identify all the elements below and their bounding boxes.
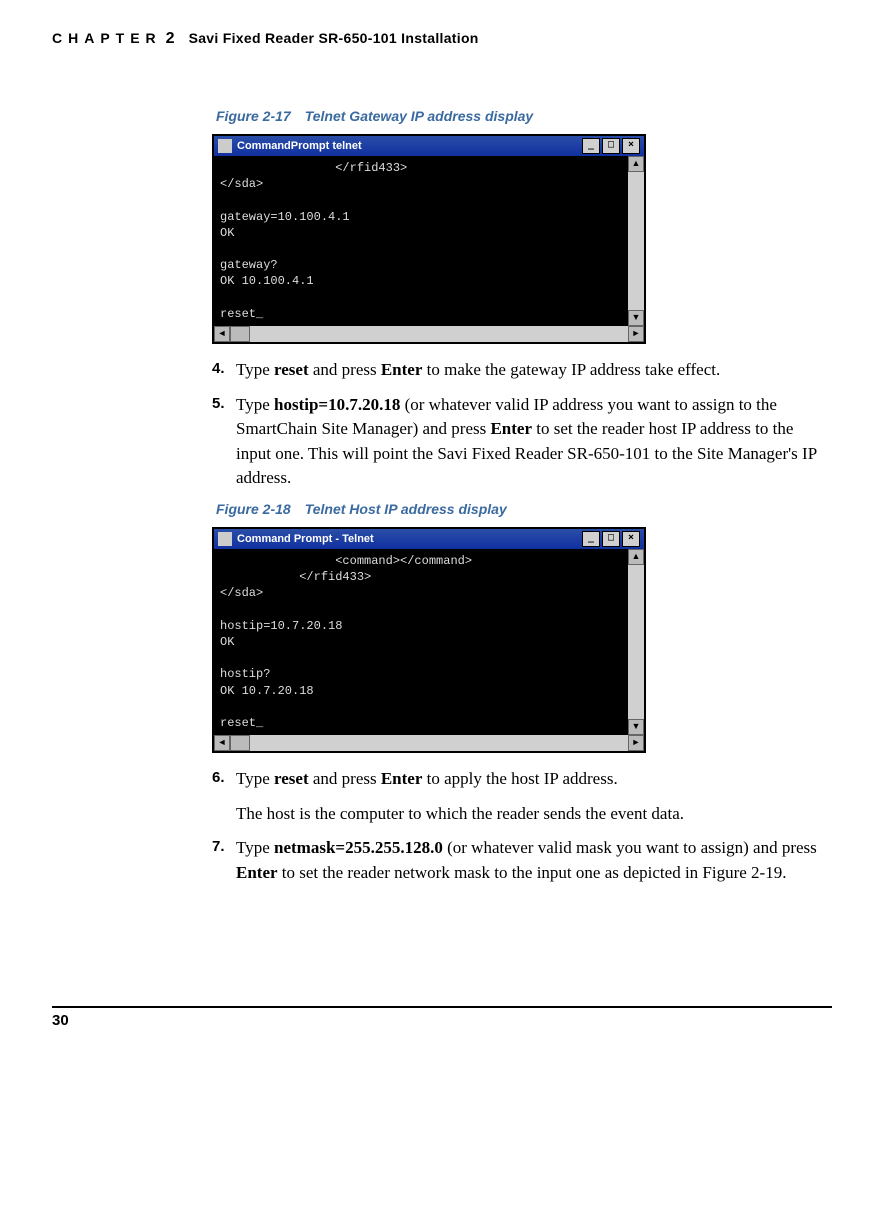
- scroll-down-icon: ▼: [628, 310, 644, 326]
- page-number: 30: [52, 1012, 69, 1029]
- figure-caption-text: Telnet Gateway IP address display: [305, 108, 534, 124]
- step-4: 4. Type reset and press Enter to make th…: [212, 358, 826, 383]
- scroll-down-icon: ▼: [628, 719, 644, 735]
- horizontal-scrollbar: ◄ ►: [214, 735, 644, 751]
- scroll-left-icon: ◄: [214, 735, 230, 751]
- step-number: 7.: [212, 836, 236, 885]
- step-number: 6.: [212, 767, 236, 792]
- window-title: CommandPrompt telnet: [237, 140, 362, 152]
- terminal-output: <command></command> </rfid433> </sda> ho…: [214, 549, 628, 735]
- horizontal-scrollbar: ◄ ►: [214, 326, 644, 342]
- page-header: CHAPTER2 Savi Fixed Reader SR-650-101 Ins…: [52, 30, 832, 48]
- figure-caption-2-18: Figure 2-18 Telnet Host IP address displa…: [216, 501, 826, 517]
- minimize-icon: _: [582, 138, 600, 154]
- step-6: 6. Type reset and press Enter to apply t…: [212, 767, 826, 792]
- vertical-scrollbar: ▲ ▼: [628, 549, 644, 735]
- step-body: Type netmask=255.255.128.0 (or whatever …: [236, 836, 826, 885]
- close-icon: ×: [622, 531, 640, 547]
- terminal-window-host: Command Prompt - Telnet _ □ × <command><…: [212, 527, 646, 753]
- scroll-thumb: [230, 326, 250, 342]
- figure-caption-text: Telnet Host IP address display: [305, 501, 507, 517]
- figure-label: Figure 2-18: [216, 501, 291, 517]
- close-icon: ×: [622, 138, 640, 154]
- step-body: Type reset and press Enter to make the g…: [236, 358, 826, 383]
- step-number: 4.: [212, 358, 236, 383]
- step-6-note: The host is the computer to which the re…: [236, 802, 826, 827]
- chapter-word: CHAPTER: [52, 30, 162, 46]
- scroll-up-icon: ▲: [628, 549, 644, 565]
- terminal-output: </rfid433> </sda> gateway=10.100.4.1 OK …: [214, 156, 628, 326]
- chapter-number: 2: [166, 30, 175, 47]
- step-body: Type reset and press Enter to apply the …: [236, 767, 826, 792]
- figure-caption-2-17: Figure 2-17 Telnet Gateway IP address dis…: [216, 108, 826, 124]
- minimize-icon: _: [582, 531, 600, 547]
- scroll-up-icon: ▲: [628, 156, 644, 172]
- figure-label: Figure 2-17: [216, 108, 291, 124]
- step-7: 7. Type netmask=255.255.128.0 (or whatev…: [212, 836, 826, 885]
- scroll-right-icon: ►: [628, 326, 644, 342]
- maximize-icon: □: [602, 138, 620, 154]
- step-5: 5. Type hostip=10.7.20.18 (or whatever v…: [212, 393, 826, 492]
- app-icon: [218, 139, 232, 153]
- scroll-thumb: [230, 735, 250, 751]
- step-number: 5.: [212, 393, 236, 492]
- app-icon: [218, 532, 232, 546]
- maximize-icon: □: [602, 531, 620, 547]
- window-titlebar: Command Prompt - Telnet _ □ ×: [214, 529, 644, 549]
- scroll-right-icon: ►: [628, 735, 644, 751]
- vertical-scrollbar: ▲ ▼: [628, 156, 644, 326]
- scroll-left-icon: ◄: [214, 326, 230, 342]
- terminal-window-gateway: CommandPrompt telnet _ □ × </rfid433> </…: [212, 134, 646, 344]
- window-titlebar: CommandPrompt telnet _ □ ×: [214, 136, 644, 156]
- chapter-title: Savi Fixed Reader SR-650-101 Installatio…: [189, 30, 479, 46]
- step-body: Type hostip=10.7.20.18 (or whatever vali…: [236, 393, 826, 492]
- window-title: Command Prompt - Telnet: [237, 533, 374, 545]
- page-footer: 30: [52, 1006, 832, 1029]
